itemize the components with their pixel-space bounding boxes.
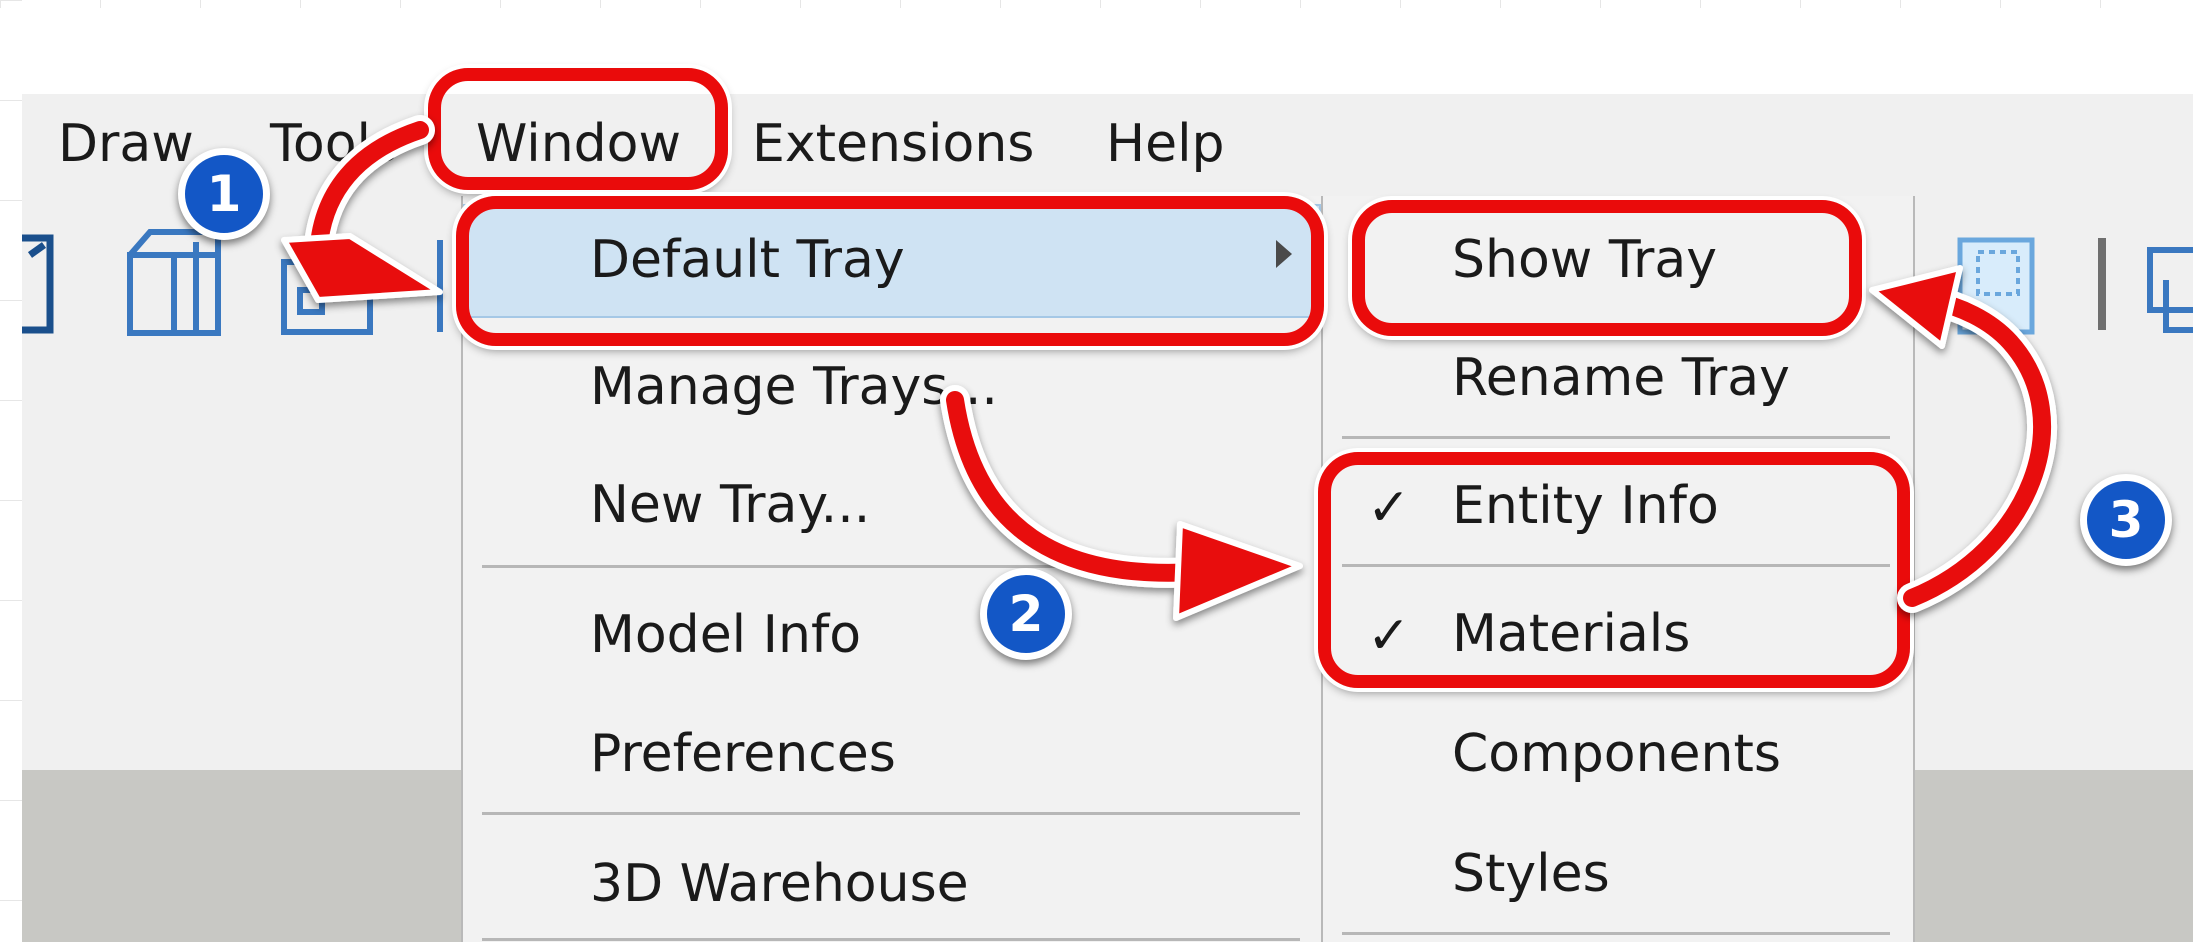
toolbar-separator <box>2098 238 2106 330</box>
paste-in-place-icon[interactable] <box>1957 237 2035 335</box>
menu-item-3d-warehouse[interactable]: 3D Warehouse <box>590 852 969 916</box>
submenu-item-styles[interactable]: Styles <box>1452 842 1610 906</box>
submenu-separator <box>1342 436 1890 439</box>
menu-item-model-info[interactable]: Model Info <box>590 603 861 667</box>
callout-default-tray <box>456 196 1324 346</box>
menu-item-new-tray[interactable]: New Tray... <box>590 473 870 537</box>
submenu-separator <box>1342 932 1890 935</box>
step-badge-2: 2 <box>980 568 1072 660</box>
push-pull-icon[interactable] <box>22 234 54 334</box>
callout-window <box>428 68 728 190</box>
callout-show-tray <box>1352 200 1862 336</box>
submenu-item-components[interactable]: Components <box>1452 722 1781 786</box>
menu-separator <box>482 565 1300 568</box>
copy-window-icon[interactable] <box>2147 247 2193 333</box>
menu-item-preferences[interactable]: Preferences <box>590 722 896 786</box>
step-badge-1: 1 <box>178 148 270 240</box>
menu-item-manage-trays[interactable]: Manage Trays... <box>590 355 998 419</box>
menu-separator <box>482 938 1300 941</box>
submenu-item-rename-tray[interactable]: Rename Tray <box>1452 346 1790 410</box>
callout-entity-materials <box>1318 452 1910 688</box>
menu-separator <box>482 812 1300 815</box>
section-plane-icon[interactable] <box>281 259 373 335</box>
step-badge-3: 3 <box>2080 474 2172 566</box>
front-view-icon[interactable] <box>127 229 221 336</box>
